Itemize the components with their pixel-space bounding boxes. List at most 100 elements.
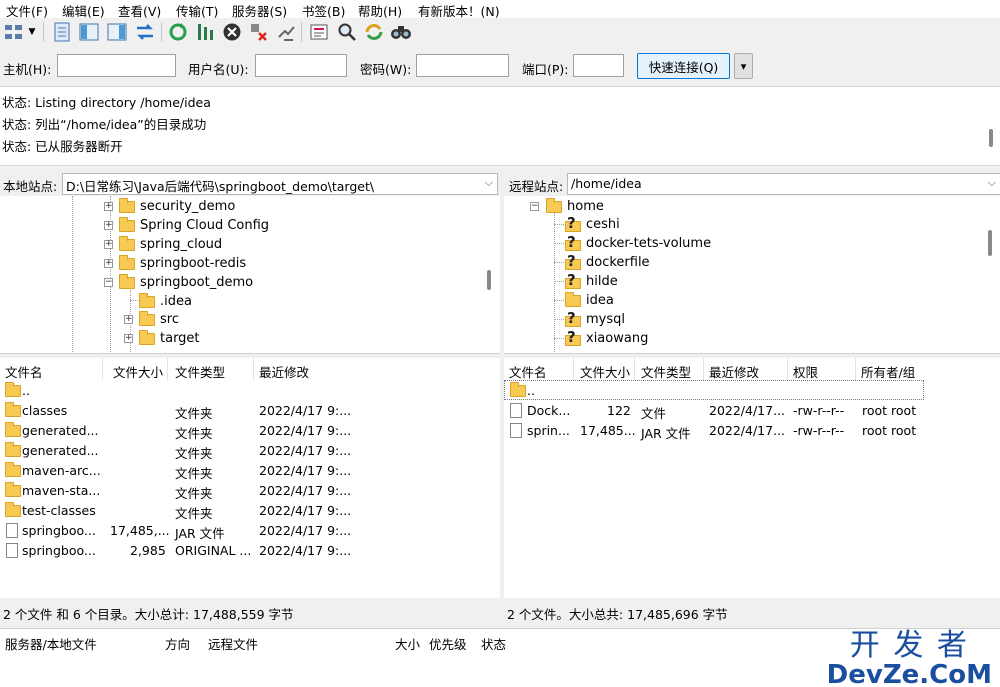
process-queue-icon[interactable]: [194, 21, 216, 43]
tree-item[interactable]: ? hilde: [565, 271, 618, 291]
column-header-type[interactable]: 文件类型: [170, 358, 254, 380]
collapse-icon[interactable]: −: [104, 278, 113, 287]
toggle-local-tree-icon[interactable]: [78, 21, 100, 43]
log-line: 状态: 已从服务器断开: [2, 139, 123, 154]
folder-icon: [5, 382, 21, 397]
column-header-permissions[interactable]: 权限: [788, 358, 856, 380]
tree-item[interactable]: ? ceshi: [565, 214, 620, 234]
table-row[interactable]: maven-arc... 文件夹 2022/4/17 9:...: [0, 460, 500, 481]
cancel-icon[interactable]: [221, 21, 243, 43]
tree-item[interactable]: Spring Cloud Config: [119, 216, 269, 235]
toggle-queue-icon[interactable]: [134, 21, 156, 43]
tree-item[interactable]: spring_cloud: [119, 235, 222, 254]
find-icon[interactable]: [390, 21, 412, 43]
tree-item[interactable]: ? docker-tets-volume: [565, 233, 711, 253]
unknown-folder-icon: ?: [565, 233, 581, 252]
table-row[interactable]: test-classes 文件夹 2022/4/17 9:...: [0, 500, 500, 521]
queue-header-status[interactable]: 状态: [481, 634, 506, 653]
tree-item-selected[interactable]: target: [139, 329, 200, 348]
table-row[interactable]: Dock... 122 文件 2022/4/17... -rw-r--r-- r…: [504, 400, 1000, 421]
site-manager-icon[interactable]: [3, 21, 25, 43]
table-row[interactable]: ..: [0, 380, 500, 400]
remote-tree-scrollbar[interactable]: [988, 230, 992, 256]
tree-item[interactable]: springboot-redis: [119, 254, 246, 273]
compare-icon[interactable]: [336, 21, 358, 43]
expand-icon[interactable]: +: [104, 202, 113, 211]
tree-item[interactable]: .idea: [139, 292, 192, 311]
chevron-down-icon[interactable]: ⌵: [988, 176, 996, 190]
port-input[interactable]: [573, 54, 624, 77]
queue-header-size[interactable]: 大小: [395, 634, 420, 653]
table-row[interactable]: generated... 文件夹 2022/4/17 9:...: [0, 420, 500, 441]
queue-header-remote[interactable]: 远程文件: [208, 634, 258, 653]
unknown-folder-icon: ?: [565, 328, 581, 347]
expand-icon[interactable]: +: [104, 240, 113, 249]
column-header-name[interactable]: 文件名: [504, 358, 574, 380]
column-header-type[interactable]: 文件类型: [636, 358, 704, 380]
tree-item[interactable]: src: [139, 310, 179, 329]
quickconnect-button[interactable]: 快速连接(Q): [637, 53, 730, 79]
table-row[interactable]: ..: [504, 380, 924, 400]
username-input[interactable]: [255, 54, 347, 77]
queue-header-direction[interactable]: 方向: [165, 634, 190, 653]
expand-icon[interactable]: +: [104, 221, 113, 230]
unknown-folder-icon: ?: [565, 214, 581, 233]
chevron-down-icon[interactable]: ⌵: [485, 176, 493, 190]
queue-header-local[interactable]: 服务器/本地文件: [5, 634, 97, 653]
folder-icon: [5, 482, 21, 497]
tree-item[interactable]: ? mysql: [565, 309, 625, 329]
queue-header-priority[interactable]: 优先级: [429, 634, 467, 653]
expand-icon[interactable]: +: [124, 334, 133, 343]
refresh-icon[interactable]: [167, 21, 189, 43]
file-icon: [510, 423, 522, 438]
local-status: 2 个文件 和 6 个目录。大小总计: 17,488,559 字节: [0, 600, 500, 624]
file-icon: [6, 543, 18, 558]
table-row[interactable]: generated... 文件夹 2022/4/17 9:...: [0, 440, 500, 461]
host-input[interactable]: [57, 54, 176, 77]
tree-item[interactable]: ? xiaowang: [565, 328, 648, 348]
filter-icon[interactable]: [308, 21, 330, 43]
column-header-size[interactable]: 文件大小: [575, 358, 635, 380]
expand-icon[interactable]: +: [124, 315, 133, 324]
remote-path-combo[interactable]: /home/idea ⌵: [567, 173, 1000, 195]
collapse-icon[interactable]: −: [530, 202, 539, 211]
password-input[interactable]: [416, 54, 509, 77]
folder-icon: [139, 292, 155, 308]
local-tree-scrollbar[interactable]: [487, 270, 491, 290]
column-header-modified[interactable]: 最近修改: [254, 358, 354, 380]
local-path-combo[interactable]: D:\日常练习\Java后端代码\springboot_demo\target\…: [62, 173, 498, 195]
table-row[interactable]: sprin... 17,485... JAR 文件 2022/4/17... -…: [504, 420, 1000, 441]
folder-icon: [5, 502, 21, 517]
toggle-remote-tree-icon[interactable]: [106, 21, 128, 43]
table-row[interactable]: maven-sta... 文件夹 2022/4/17 9:...: [0, 480, 500, 501]
folder-icon: [119, 216, 135, 232]
log-scrollbar[interactable]: [989, 129, 993, 147]
column-header-size[interactable]: 文件大小: [108, 358, 168, 380]
column-header-owner[interactable]: 所有者/组: [856, 358, 926, 380]
reconnect-icon[interactable]: [275, 21, 297, 43]
sync-browse-icon[interactable]: [363, 21, 385, 43]
folder-icon: [119, 235, 135, 251]
table-row[interactable]: classes 文件夹 2022/4/17 9:...: [0, 400, 500, 421]
remote-file-list: 文件名 文件大小 文件类型 最近修改 权限 所有者/组 .. Dock... 1…: [504, 358, 1000, 598]
local-tree: + security_demo + Spring Cloud Config + …: [0, 196, 500, 354]
quickconnect-dropdown[interactable]: ▾: [734, 53, 753, 79]
tree-item[interactable]: ? dockerfile: [565, 252, 650, 272]
tree-item[interactable]: security_demo: [119, 197, 235, 216]
local-site-label: 本地站点:: [3, 179, 58, 194]
tree-item-selected[interactable]: idea: [565, 291, 614, 310]
expand-icon[interactable]: +: [104, 259, 113, 268]
toolbar: ▼: [0, 18, 1000, 48]
table-row[interactable]: springboo... 17,485,... JAR 文件 2022/4/17…: [0, 520, 500, 541]
folder-icon: [119, 197, 135, 213]
table-row[interactable]: springboo... 2,985 ORIGINAL ... 2022/4/1…: [0, 540, 500, 560]
tree-item[interactable]: springboot_demo: [119, 273, 253, 292]
folder-icon: [5, 402, 21, 417]
file-icon: [510, 403, 522, 418]
log-line: 状态: 列出“/home/idea”的目录成功: [2, 117, 207, 132]
column-header-name[interactable]: 文件名: [0, 358, 103, 380]
toggle-log-icon[interactable]: [51, 21, 73, 43]
dropdown-arrow-icon[interactable]: ▼: [26, 21, 38, 43]
disconnect-icon[interactable]: [248, 21, 270, 43]
column-header-modified[interactable]: 最近修改: [704, 358, 788, 380]
